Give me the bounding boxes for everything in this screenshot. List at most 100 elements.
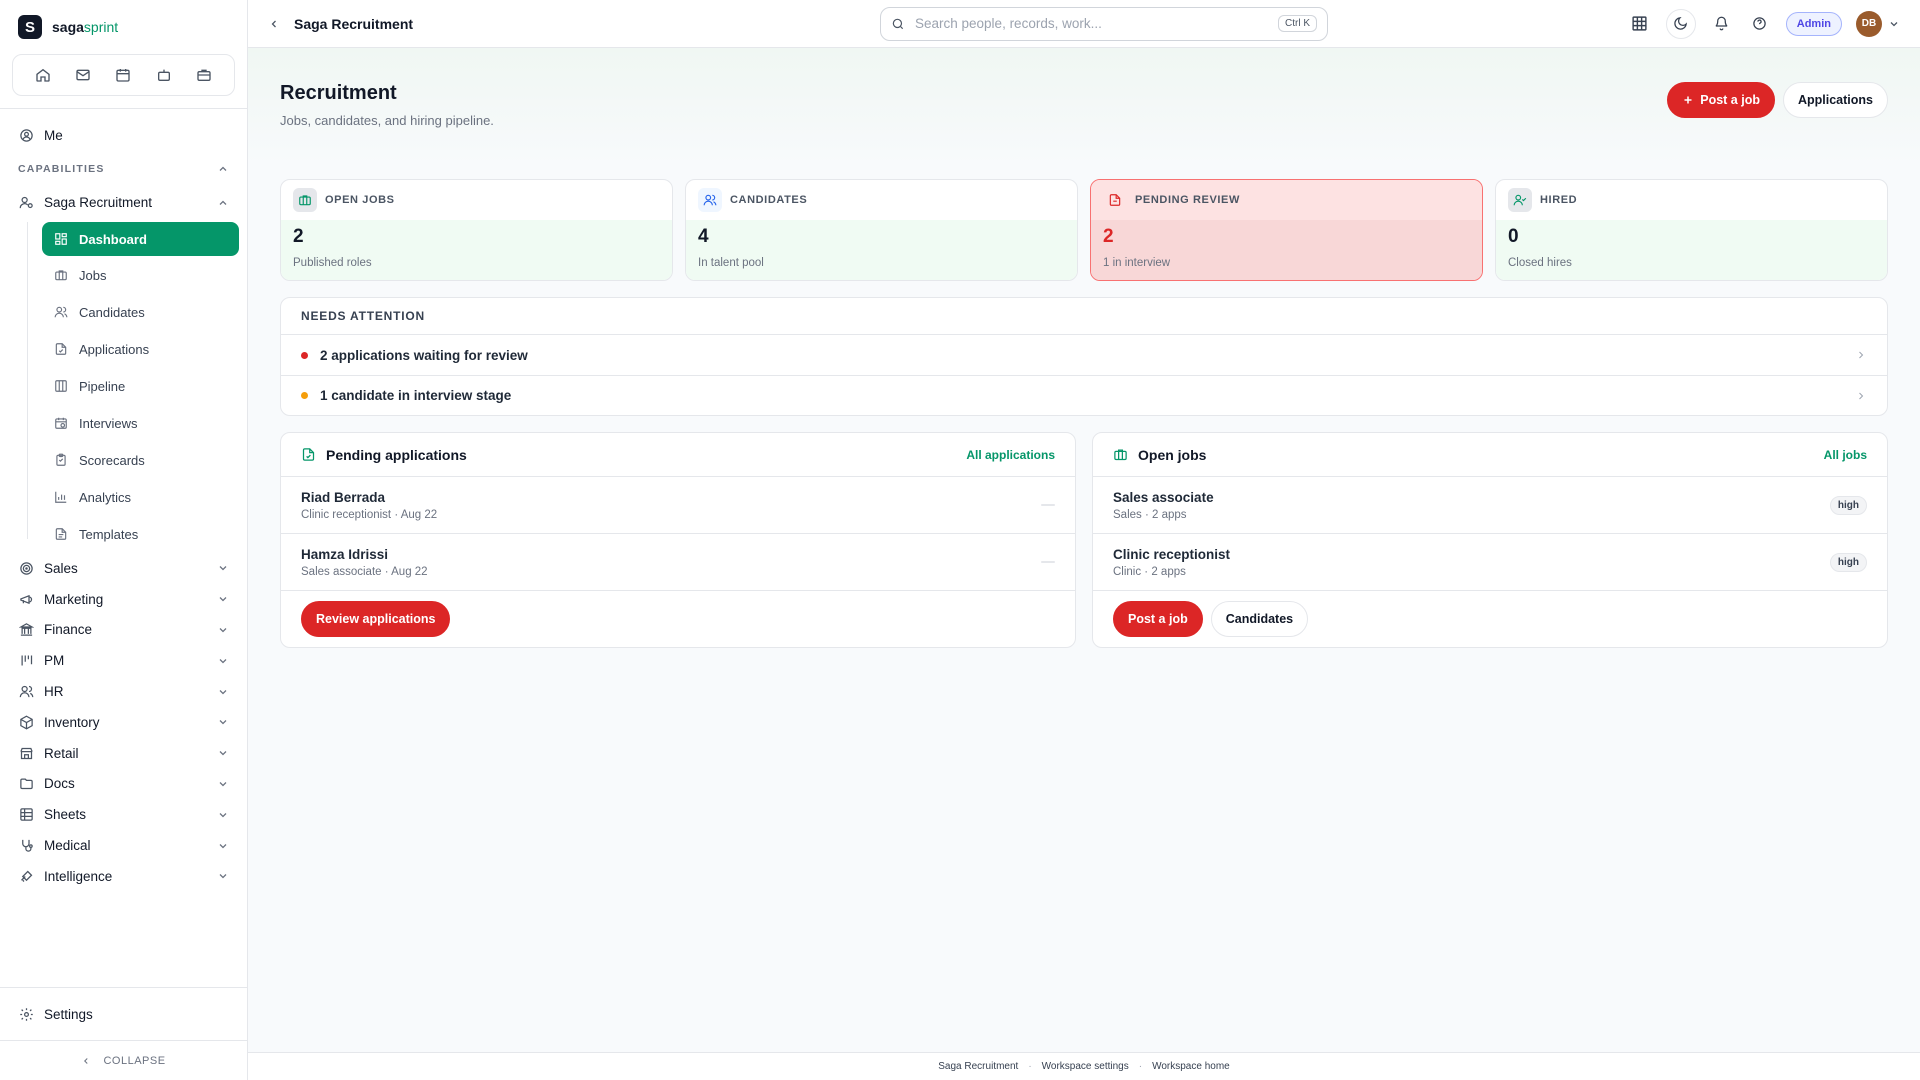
- sidebar-item-me[interactable]: Me: [0, 117, 247, 154]
- sidebar-item-analytics[interactable]: Analytics: [42, 479, 239, 516]
- document-icon: [54, 527, 69, 542]
- applications-button[interactable]: Applications: [1782, 82, 1888, 118]
- chevron-down-icon: [217, 778, 229, 790]
- sidebar-item-interviews[interactable]: Interviews: [42, 405, 239, 442]
- stat-card-pending-review[interactable]: PENDING REVIEW 2 1 in interview: [1090, 179, 1483, 281]
- page-title: Recruitment: [280, 82, 397, 104]
- stat-note: In talent pool: [698, 257, 764, 269]
- sidebar-group-medical[interactable]: Medical: [0, 830, 247, 861]
- stat-card-open-jobs[interactable]: OPEN JOBS 2 Published roles: [280, 179, 673, 281]
- job-meta: Sales · 2 apps: [1113, 508, 1187, 521]
- all-applications-link[interactable]: All applications: [966, 448, 1055, 462]
- back-chevron-icon[interactable]: [268, 18, 280, 30]
- sidebar-group-pm[interactable]: PM: [0, 645, 247, 676]
- global-search[interactable]: Search people, records, work... Ctrl K: [880, 6, 1328, 41]
- candidates-button[interactable]: Candidates: [1210, 601, 1309, 637]
- sidebar-item-label: Scorecards: [79, 453, 145, 468]
- sidebar-item-label: Finance: [44, 622, 93, 638]
- stat-label: HIRED: [1540, 194, 1578, 206]
- grid-icon[interactable]: [1628, 12, 1652, 36]
- bell-icon[interactable]: [1710, 12, 1734, 36]
- search-icon: [891, 17, 905, 31]
- header-actions: Post a job Applications: [1667, 82, 1888, 118]
- stat-card-hired[interactable]: HIRED 0 Closed hires: [1495, 179, 1888, 281]
- chevron-up-icon: [217, 197, 229, 209]
- sidebar-group-sales[interactable]: Sales: [0, 553, 247, 584]
- sidebar-item-scorecards[interactable]: Scorecards: [42, 442, 239, 479]
- sidebar-group-finance[interactable]: Finance: [0, 615, 247, 646]
- sidebar-item-applications[interactable]: Applications: [42, 331, 239, 368]
- sidebar-item-label: Jobs: [79, 268, 107, 283]
- calendar-icon[interactable]: [111, 63, 135, 87]
- sidebar-item-candidates[interactable]: Candidates: [42, 294, 239, 331]
- sidebar-group-docs[interactable]: Docs: [0, 769, 247, 800]
- sidebar-group-marketing[interactable]: Marketing: [0, 584, 247, 615]
- sidebar-group-inventory[interactable]: Inventory: [0, 707, 247, 738]
- sidebar-item-label: Dashboard: [79, 231, 147, 247]
- list-item[interactable]: Riad Berrada Clinic receptionist · Aug 2…: [281, 477, 1075, 534]
- review-applications-button[interactable]: Review applications: [301, 601, 451, 637]
- bot-icon[interactable]: [152, 63, 176, 87]
- brand[interactable]: S sagasprint: [0, 0, 247, 54]
- role-badge[interactable]: Admin: [1785, 11, 1842, 36]
- sidebar-item-label: Medical: [44, 838, 91, 854]
- all-jobs-link[interactable]: All jobs: [1824, 448, 1867, 462]
- footer-separator: ·: [1028, 1061, 1032, 1072]
- sidebar-item-dashboard[interactable]: Dashboard: [42, 222, 239, 256]
- marketing-icon: [18, 591, 34, 607]
- page-subtitle: Jobs, candidates, and hiring pipeline.: [280, 113, 494, 128]
- sidebar-group-sheets[interactable]: Sheets: [0, 799, 247, 830]
- sidebar-item-settings[interactable]: Settings: [0, 988, 247, 1040]
- topbar: Saga Recruitment Search people, records,…: [248, 0, 1920, 48]
- list-item[interactable]: Hamza Idrissi Sales associate · Aug 22: [281, 534, 1075, 591]
- page-header: Recruitment Jobs, candidates, and hiring…: [280, 82, 1888, 179]
- footer-link[interactable]: Workspace home: [1152, 1061, 1230, 1072]
- sidebar-group-hr[interactable]: HR: [0, 676, 247, 707]
- sheets-icon: [18, 807, 34, 823]
- sidebar-item-templates[interactable]: Templates: [42, 516, 239, 553]
- stat-value: 2: [293, 226, 304, 247]
- stat-body: 0 Closed hires: [1496, 220, 1887, 280]
- collapse-button[interactable]: COLLAPSE: [0, 1040, 247, 1080]
- chevron-down-icon: [217, 809, 229, 821]
- applicant-name: Hamza Idrissi: [301, 546, 389, 562]
- footer-link[interactable]: Workspace settings: [1042, 1061, 1129, 1072]
- search-input[interactable]: Search people, records, work...: [915, 16, 1268, 31]
- home-icon[interactable]: [31, 63, 55, 87]
- quick-actions-bar: [12, 54, 235, 96]
- help-icon[interactable]: [1748, 12, 1772, 36]
- sidebar-item-pipeline[interactable]: Pipeline: [42, 368, 239, 405]
- sidebar-item-saga-recruitment[interactable]: Saga Recruitment: [0, 184, 247, 221]
- footer-link[interactable]: Saga Recruitment: [938, 1061, 1018, 1072]
- bar-chart-icon: [54, 490, 69, 505]
- moon-icon[interactable]: [1665, 8, 1696, 39]
- footer-separator: ·: [1138, 1061, 1143, 1072]
- chevron-up-icon: [217, 163, 229, 175]
- chevron-down-icon: [217, 624, 229, 636]
- job-meta: Clinic · 2 apps: [1113, 565, 1186, 578]
- sidebar-group-retail[interactable]: Retail: [0, 738, 247, 769]
- list-item[interactable]: Clinic receptionist Clinic · 2 apps high: [1093, 534, 1887, 591]
- attention-item[interactable]: 2 applications waiting for review: [281, 335, 1887, 375]
- priority-badge: high: [1829, 495, 1867, 515]
- post-job-button[interactable]: Post a job: [1667, 82, 1775, 118]
- stat-label: OPEN JOBS: [325, 194, 395, 206]
- briefcase-icon[interactable]: [192, 63, 216, 87]
- sidebar-item-label: Docs: [44, 776, 75, 792]
- panel-title: Pending applications: [326, 446, 467, 463]
- chevron-right-icon: [1855, 390, 1867, 402]
- stat-card-candidates[interactable]: CANDIDATES 4 In talent pool: [685, 179, 1078, 281]
- user-menu[interactable]: DB: [1856, 10, 1900, 37]
- retail-icon: [18, 745, 34, 761]
- capabilities-section[interactable]: CAPABILITIES: [0, 154, 247, 184]
- attention-item[interactable]: 1 candidate in interview stage: [281, 375, 1887, 415]
- sidebar-item-jobs[interactable]: Jobs: [42, 257, 239, 294]
- stat-value: 0: [1508, 226, 1519, 247]
- sidebar-group-intelligence[interactable]: Intelligence: [0, 861, 247, 892]
- status-placeholder: [1041, 504, 1055, 506]
- list-item[interactable]: Sales associate Sales · 2 apps high: [1093, 477, 1887, 534]
- mail-icon[interactable]: [71, 63, 95, 87]
- priority-badge: high: [1829, 552, 1867, 572]
- plus-icon: [1682, 94, 1694, 106]
- post-job-button[interactable]: Post a job: [1113, 601, 1203, 637]
